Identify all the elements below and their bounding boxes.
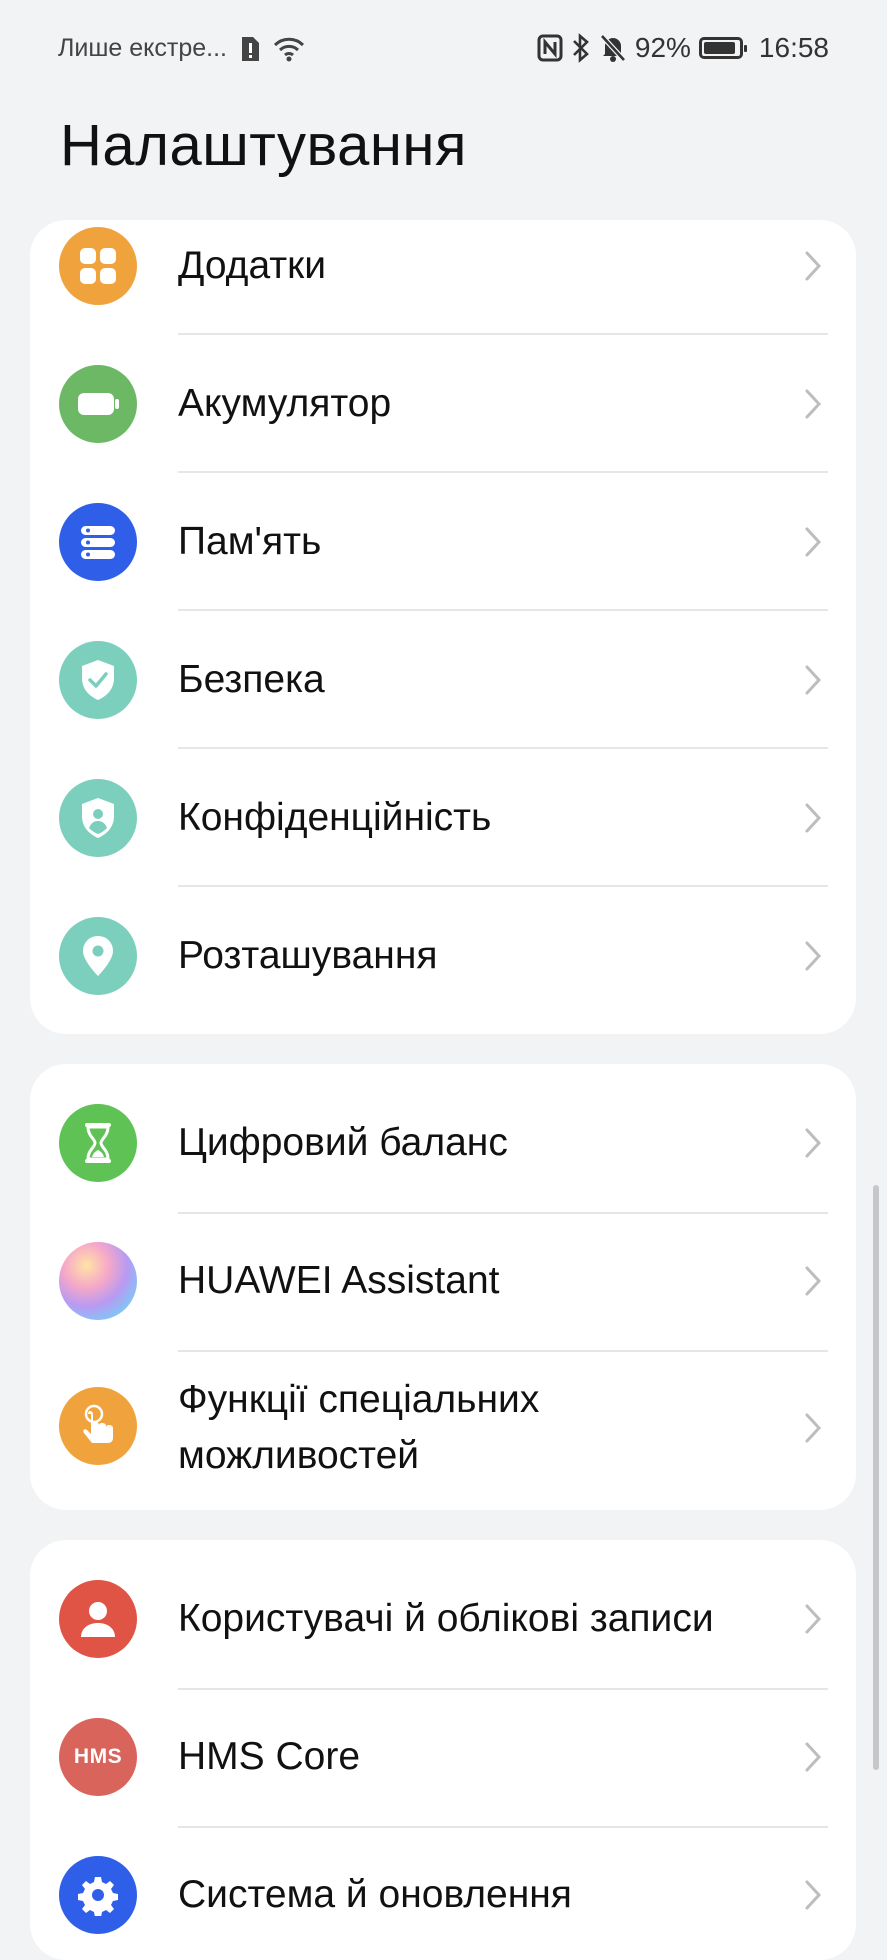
shield-check-icon [59, 641, 137, 719]
settings-item-label-line1: Функції спеціальних [178, 1378, 540, 1421]
settings-group-2: Цифровий баланс HUAWEI Assistant Функції… [30, 1064, 856, 1510]
settings-item-label: Пам'ять [178, 520, 322, 563]
chevron-right-icon [798, 1261, 828, 1301]
settings-item-label: Система й оновлення [178, 1873, 572, 1916]
settings-item-digital-balance[interactable]: Цифровий баланс [30, 1064, 856, 1202]
chevron-right-icon [798, 936, 828, 976]
chevron-right-icon [798, 246, 828, 286]
user-icon [59, 1580, 137, 1658]
apps-icon [59, 227, 137, 305]
chevron-right-icon [798, 660, 828, 700]
hourglass-icon [59, 1104, 137, 1182]
settings-item-system-updates[interactable]: Система й оновлення [30, 1828, 856, 1960]
hms-icon-text: HMS [73, 1745, 123, 1768]
settings-item-hms-core[interactable]: HMS HMS Core [30, 1690, 856, 1828]
chevron-right-icon [798, 1123, 828, 1163]
settings-item-storage[interactable]: Пам'ять [30, 473, 856, 611]
bluetooth-icon [571, 33, 591, 63]
settings-item-battery[interactable]: Акумулятор [30, 335, 856, 473]
clock: 16:58 [758, 32, 829, 63]
sim-alert-icon [239, 35, 261, 63]
battery-icon [698, 37, 747, 59]
chevron-right-icon [798, 1408, 828, 1448]
settings-item-label: Безпека [178, 658, 325, 701]
accessibility-hand-icon [59, 1387, 137, 1465]
settings-item-label: HMS Core [178, 1735, 361, 1778]
settings-item-privacy[interactable]: Конфіденційність [30, 749, 856, 887]
chevron-right-icon [798, 522, 828, 562]
chevron-right-icon [798, 798, 828, 838]
page-title: Налаштування [60, 113, 467, 178]
settings-item-location[interactable]: Розташування [30, 887, 856, 1025]
settings-item-users-accounts[interactable]: Користувачі й облікові записи [30, 1540, 856, 1678]
chevron-right-icon [798, 1599, 828, 1639]
hms-icon: HMS [59, 1718, 137, 1796]
settings-group-3: Користувачі й облікові записи HMS HMS Co… [30, 1540, 856, 1960]
chevron-right-icon [798, 1875, 828, 1915]
wifi-icon [273, 36, 305, 62]
settings-item-accessibility[interactable]: Функції спеціальних можливостей [30, 1352, 856, 1510]
gear-icon [59, 1856, 137, 1934]
battery-percent: 92% [634, 32, 691, 63]
settings-item-label: HUAWEI Assistant [178, 1259, 500, 1302]
settings-item-label: Акумулятор [178, 382, 392, 425]
chevron-right-icon [798, 384, 828, 424]
settings-item-huawei-assistant[interactable]: HUAWEI Assistant [30, 1214, 856, 1352]
settings-item-label: Розташування [178, 934, 438, 977]
privacy-shield-icon [59, 779, 137, 857]
settings-item-label: Додатки [178, 244, 326, 287]
status-bar-right: 92% 16:58 [537, 32, 829, 64]
muted-bell-icon [599, 33, 627, 63]
settings-group-1: Додатки Акумулятор Пам'ять Безпека Конфі… [30, 220, 856, 1034]
carrier-text: Лише екстре... [58, 34, 227, 62]
settings-item-label-line2: можливостей [178, 1434, 420, 1477]
settings-item-security[interactable]: Безпека [30, 611, 856, 749]
settings-item-label: Користувачі й облікові записи [178, 1597, 714, 1640]
settings-item-label: Конфіденційність [178, 796, 492, 839]
nfc-icon [537, 34, 563, 62]
scrollbar[interactable] [873, 1185, 879, 1770]
location-pin-icon [59, 917, 137, 995]
chevron-right-icon [798, 1737, 828, 1777]
storage-icon [59, 503, 137, 581]
settings-item-label: Цифровий баланс [178, 1121, 508, 1164]
battery-icon [59, 365, 137, 443]
huawei-assistant-icon [59, 1242, 137, 1320]
status-bar: Лише екстре... 92% 16:58 [0, 0, 887, 100]
status-bar-left: Лише екстре... [58, 34, 305, 63]
